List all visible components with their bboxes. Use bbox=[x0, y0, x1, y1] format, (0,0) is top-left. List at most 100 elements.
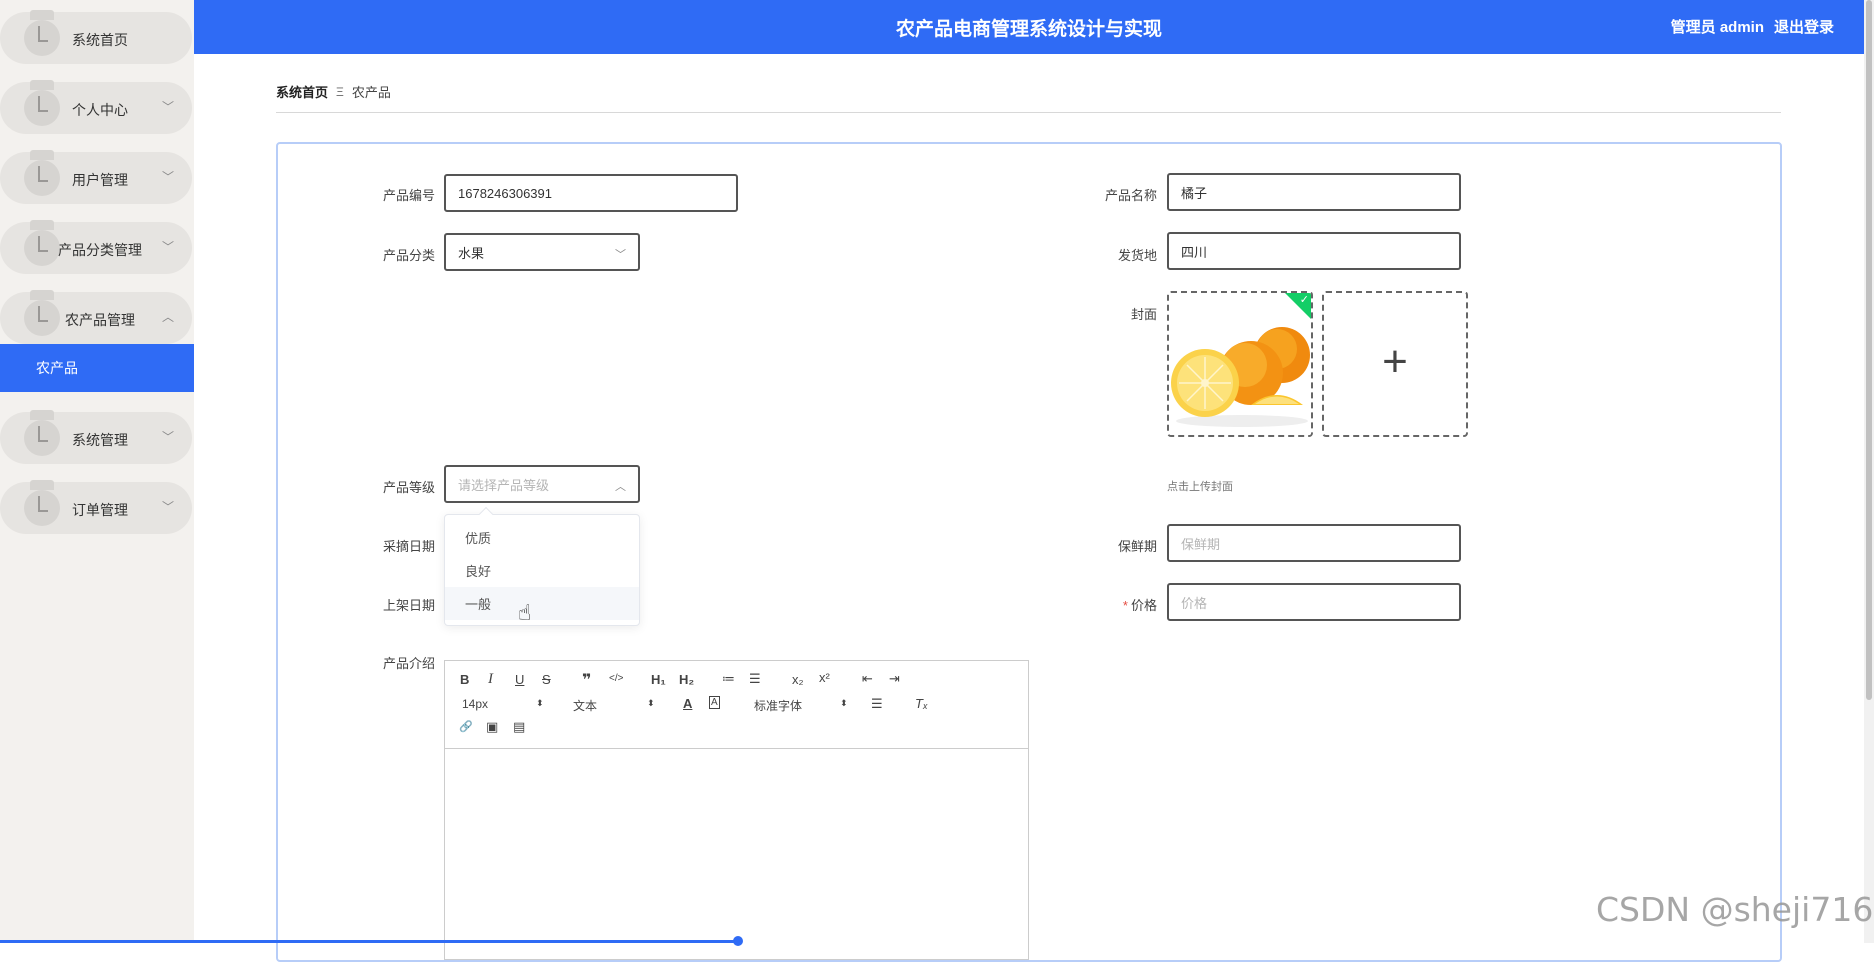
breadcrumb: 系统首页 Ξ 农产品 bbox=[276, 82, 391, 101]
current-user: 管理员 admin bbox=[1670, 19, 1764, 36]
clean-format-button[interactable]: Tₓ bbox=[915, 696, 928, 711]
font-size-select[interactable]: 14px ⬍ bbox=[462, 697, 544, 711]
plus-icon: + bbox=[1382, 337, 1408, 386]
sidebar-item-label: 农产品管理 bbox=[65, 312, 135, 328]
sidebar-item-home[interactable]: 系统首页 bbox=[0, 10, 192, 64]
superscript-button[interactable]: x² bbox=[819, 670, 830, 685]
hand-cursor-icon: ☝ bbox=[518, 600, 532, 625]
chevron-down-icon: ﹀ bbox=[161, 100, 174, 114]
menu-avatar-icon bbox=[24, 80, 60, 134]
product-no-input[interactable]: 1678246306391 bbox=[444, 174, 738, 212]
heading-value: 文本 bbox=[573, 699, 598, 713]
shelf-life-input[interactable]: 保鲜期 bbox=[1167, 524, 1461, 562]
sidebar-item-label: 订单管理 bbox=[72, 502, 128, 518]
bullet-list-button[interactable]: ☰ bbox=[749, 671, 761, 687]
category-select-value: 水果 bbox=[458, 245, 485, 261]
image-icon[interactable]: ▣ bbox=[486, 719, 498, 735]
price-label-text: 价格 bbox=[1130, 598, 1157, 613]
h2-button[interactable]: H₂ bbox=[679, 672, 694, 687]
price-input[interactable]: 价格 bbox=[1167, 583, 1461, 621]
breadcrumb-home[interactable]: 系统首页 bbox=[276, 82, 328, 101]
price-label: * 价格 bbox=[1067, 595, 1157, 614]
check-icon: ✓ bbox=[1299, 294, 1309, 306]
heading-select[interactable]: 文本 ⬍ bbox=[573, 697, 655, 714]
origin-input[interactable]: 四川 bbox=[1167, 232, 1461, 270]
h1-button[interactable]: H₁ bbox=[651, 672, 666, 687]
sidebar-item-label: 个人中心 bbox=[72, 102, 128, 118]
menu-avatar-icon bbox=[24, 10, 60, 64]
logout-link[interactable]: 退出登录 bbox=[1774, 16, 1834, 37]
pick-date-label: 采摘日期 bbox=[382, 539, 435, 554]
shelf-life-label: 保鲜期 bbox=[1117, 539, 1157, 554]
menu-avatar-icon bbox=[24, 290, 60, 344]
scrollbar-thumb[interactable] bbox=[1866, 0, 1872, 700]
cover-upload-hint: 点击上传封面 bbox=[1167, 481, 1233, 493]
bold-button[interactable]: B bbox=[460, 672, 469, 687]
chevron-up-icon: ︿ bbox=[161, 310, 174, 324]
chevron-down-icon: ﹀ bbox=[161, 430, 174, 444]
editor-toolbar: B I U S ❞ </> H₁ H₂ ≔ ☰ x₂ x² ⇤ ⇥ 14px ⬍… bbox=[445, 661, 1028, 749]
sidebar-item-label: 用户管理 bbox=[72, 172, 128, 188]
code-button[interactable]: </> bbox=[609, 673, 623, 684]
chevron-down-icon: ﹀ bbox=[161, 240, 174, 254]
link-icon[interactable]: 🔗 bbox=[459, 720, 473, 733]
grade-dropdown: 优质 良好 一般 bbox=[444, 506, 640, 626]
breadcrumb-current: 农产品 bbox=[351, 85, 391, 100]
breadcrumb-separator-icon: Ξ bbox=[336, 84, 344, 99]
cover-label: 封面 bbox=[1130, 307, 1157, 322]
grade-option[interactable]: 一般 bbox=[445, 587, 639, 620]
italic-button[interactable]: I bbox=[488, 671, 493, 688]
sidebar-item-label: 系统管理 bbox=[72, 432, 128, 448]
sidebar-item-products[interactable]: 农产品管理 ︿ bbox=[0, 290, 192, 344]
intro-label: 产品介绍 bbox=[382, 656, 435, 671]
select-arrows-icon: ⬍ bbox=[536, 698, 544, 708]
background-color-button[interactable]: A bbox=[709, 696, 720, 709]
subscript-button[interactable]: x₂ bbox=[792, 672, 804, 687]
sidebar-item-profile[interactable]: 个人中心 ﹀ bbox=[0, 80, 192, 134]
grade-select[interactable]: 请选择产品等级 ︿ bbox=[444, 465, 640, 503]
chevron-down-icon: ﹀ bbox=[161, 500, 174, 514]
sidebar-subitem-products[interactable]: 农产品 bbox=[0, 344, 194, 392]
menu-avatar-icon bbox=[24, 220, 60, 274]
menu-avatar-icon bbox=[24, 150, 60, 204]
page-scrollbar[interactable] bbox=[1864, 0, 1874, 943]
category-select[interactable]: 水果 ﹀ bbox=[444, 233, 640, 271]
product-no-label: 产品编号 bbox=[382, 188, 435, 203]
ordered-list-button[interactable]: ≔ bbox=[722, 671, 735, 687]
origin-label: 发货地 bbox=[1117, 248, 1157, 263]
rich-text-editor[interactable]: B I U S ❞ </> H₁ H₂ ≔ ☰ x₂ x² ⇤ ⇥ 14px ⬍… bbox=[444, 660, 1029, 960]
underline-button[interactable]: U bbox=[515, 672, 524, 687]
chevron-up-icon: ︿ bbox=[615, 481, 626, 493]
video-icon[interactable]: ▤ bbox=[513, 719, 525, 735]
chevron-down-icon: ﹀ bbox=[161, 170, 174, 184]
align-button[interactable]: ☰ bbox=[871, 696, 883, 712]
menu-avatar-icon bbox=[24, 480, 60, 534]
quote-button[interactable]: ❞ bbox=[582, 670, 591, 690]
watermark: CSDN @sheji716 bbox=[1596, 890, 1874, 929]
sidebar-item-categories[interactable]: 产品分类管理 ﹀ bbox=[0, 220, 192, 274]
cover-image-preview[interactable]: ✓ bbox=[1167, 291, 1313, 437]
outdent-button[interactable]: ⇤ bbox=[862, 671, 873, 687]
grade-option[interactable]: 良好 bbox=[445, 554, 639, 587]
font-family-value: 标准字体 bbox=[754, 699, 803, 713]
grade-option[interactable]: 优质 bbox=[445, 521, 639, 554]
font-color-button[interactable]: A bbox=[683, 696, 692, 711]
listing-date-label: 上架日期 bbox=[382, 598, 435, 613]
sidebar-item-label: 产品分类管理 bbox=[58, 242, 142, 258]
strike-button[interactable]: S bbox=[542, 672, 551, 687]
progress-handle[interactable] bbox=[733, 936, 743, 946]
product-name-input[interactable]: 橘子 bbox=[1167, 173, 1461, 211]
select-arrows-icon: ⬍ bbox=[840, 698, 848, 708]
grade-label: 产品等级 bbox=[382, 480, 435, 495]
sidebar-item-users[interactable]: 用户管理 ﹀ bbox=[0, 150, 192, 204]
font-family-select[interactable]: 标准字体 ⬍ bbox=[754, 697, 848, 714]
menu-avatar-icon bbox=[24, 410, 60, 464]
cover-upload-button[interactable]: + bbox=[1322, 291, 1468, 437]
sidebar: 系统首页 个人中心 ﹀ 用户管理 ﹀ 产品分类管理 ﹀ 农产品管理 ︿ 农产品 … bbox=[0, 0, 194, 943]
sidebar-item-orders[interactable]: 订单管理 ﹀ bbox=[0, 480, 192, 534]
indent-button[interactable]: ⇥ bbox=[889, 671, 900, 687]
top-header: 农产品电商管理系统设计与实现 管理员 admin 退出登录 bbox=[194, 0, 1864, 54]
sidebar-item-system[interactable]: 系统管理 ﹀ bbox=[0, 410, 192, 464]
select-arrows-icon: ⬍ bbox=[647, 698, 655, 708]
required-mark: * bbox=[1122, 598, 1128, 613]
